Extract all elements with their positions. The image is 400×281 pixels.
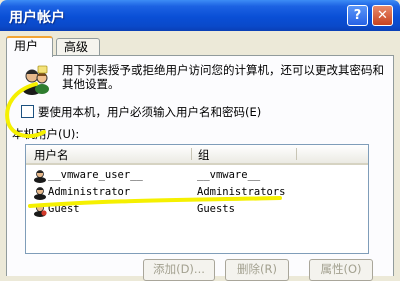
title-bar[interactable]: 用户帐户 ? ✕ xyxy=(0,0,400,31)
table-row[interactable]: Guest Guests xyxy=(26,201,368,218)
tab-strip: 用户 高级 xyxy=(6,36,394,57)
window-title: 用户帐户 xyxy=(9,10,65,26)
row-username: Administrator xyxy=(48,186,131,198)
row-group: Guests xyxy=(197,203,235,215)
table-row[interactable]: __vmware_user__ __vmware__ xyxy=(26,167,368,184)
local-users-label: 本机用户(U): xyxy=(12,127,80,141)
tab-users[interactable]: 用户 xyxy=(6,36,53,57)
user-icon xyxy=(34,204,47,217)
column-divider[interactable] xyxy=(296,148,297,160)
column-header-group[interactable]: 组 xyxy=(198,147,210,163)
user-icon xyxy=(34,187,46,200)
remove-user-button[interactable]: 删除(R) xyxy=(225,259,289,281)
column-header-username[interactable]: 用户名 xyxy=(34,147,69,163)
row-group: Administrators xyxy=(197,186,286,198)
user-icon xyxy=(34,170,46,183)
row-group: __vmware__ xyxy=(197,169,261,181)
row-username: __vmware_user__ xyxy=(48,169,143,181)
description-text: 用下列表授予或拒绝用户访问您的计算机，还可以更改其密码和其他设置。 xyxy=(62,63,384,91)
require-password-checkbox[interactable] xyxy=(21,105,34,118)
list-header: 用户名 组 xyxy=(26,145,368,165)
tab-advanced[interactable]: 高级 xyxy=(56,38,100,56)
column-divider[interactable] xyxy=(191,148,192,160)
row-username: Guest xyxy=(48,203,80,215)
require-password-label[interactable]: 要使用本机，用户必须输入用户名和密码(E) xyxy=(38,104,261,120)
table-row[interactable]: Administrator Administrators xyxy=(26,184,368,201)
help-button[interactable]: ? xyxy=(347,5,368,26)
add-user-button[interactable]: 添加(D)... xyxy=(143,259,215,281)
properties-button[interactable]: 属性(O) xyxy=(309,259,373,281)
users-list[interactable]: 用户名 组 __vmware_user__ __vmware__ Adminis… xyxy=(25,144,369,254)
close-button[interactable]: ✕ xyxy=(372,5,393,26)
users-icon xyxy=(23,65,49,95)
